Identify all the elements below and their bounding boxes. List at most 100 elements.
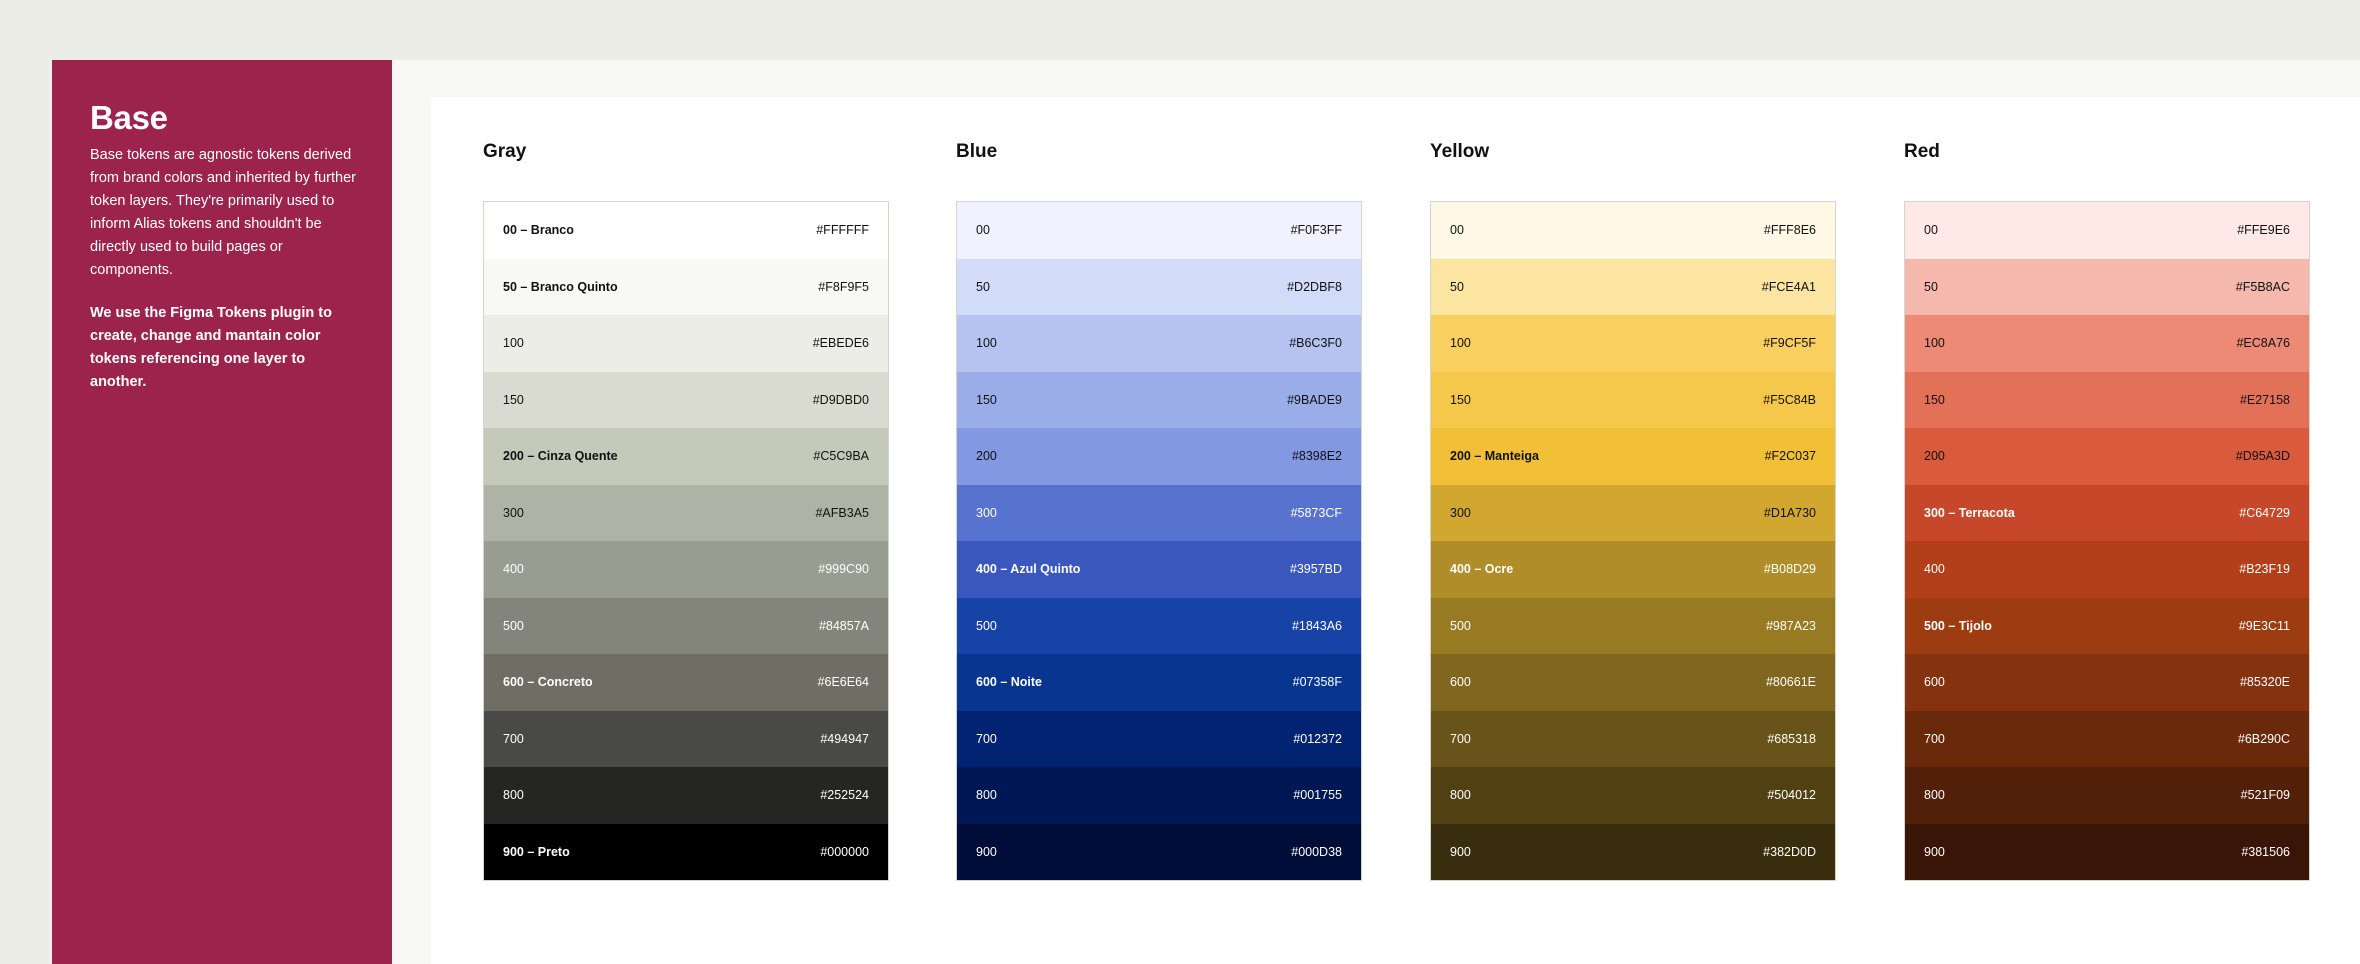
swatch-row[interactable]: 700 #494947 <box>484 710 888 767</box>
swatch-row[interactable]: 300 #5873CF <box>957 484 1361 541</box>
swatch-row[interactable]: 400 – Ocre #B08D29 <box>1431 541 1835 598</box>
swatch-row[interactable]: 00 #F0F3FF <box>957 202 1361 259</box>
swatch-row[interactable]: 800 #521F09 <box>1905 767 2309 824</box>
swatch-label: 600 <box>1450 675 1471 690</box>
swatch-row[interactable]: 700 #6B290C <box>1905 710 2309 767</box>
swatch-label: 600 <box>1924 675 1945 690</box>
swatch-row[interactable]: 500 #987A23 <box>1431 597 1835 654</box>
swatch-row[interactable]: 600 – Noite #07358F <box>957 654 1361 711</box>
swatch-label: 700 <box>976 731 997 746</box>
swatch-label: 900 <box>1450 844 1471 859</box>
swatch-row[interactable]: 200 – Manteiga #F2C037 <box>1431 428 1835 485</box>
swatch-row[interactable]: 500 #84857A <box>484 597 888 654</box>
swatch-row[interactable]: 600 #85320E <box>1905 654 2309 711</box>
swatch-label: 100 <box>1924 336 1945 351</box>
swatch-row[interactable]: 300 – Terracota #C64729 <box>1905 484 2309 541</box>
swatch-hex: #F5C84B <box>1763 392 1816 407</box>
swatch-hex: #999C90 <box>818 562 869 577</box>
swatch-label: 100 <box>976 336 997 351</box>
swatch-row[interactable]: 200 – Cinza Quente #C5C9BA <box>484 428 888 485</box>
palette-title: Blue <box>956 141 998 162</box>
swatch-row[interactable]: 400 #B23F19 <box>1905 541 2309 598</box>
swatch-label: 150 <box>503 392 524 407</box>
canvas-frame: Base Base tokens are agnostic tokens der… <box>52 60 2360 964</box>
swatch-row[interactable]: 400 #999C90 <box>484 541 888 598</box>
swatch-hex: #D9DBD0 <box>812 392 869 407</box>
swatch-row[interactable]: 50 #FCE4A1 <box>1431 258 1835 315</box>
swatch-row[interactable]: 100 #EC8A76 <box>1905 315 2309 372</box>
swatch-label: 150 <box>1924 392 1945 407</box>
swatch-label: 800 <box>1924 788 1945 803</box>
swatch-hex: #382D0D <box>1763 844 1816 859</box>
swatch-row[interactable]: 50 – Branco Quinto #F8F9F5 <box>484 258 888 315</box>
swatch-row[interactable]: 700 #685318 <box>1431 710 1835 767</box>
swatch-row[interactable]: 600 #80661E <box>1431 654 1835 711</box>
swatch-row[interactable]: 100 #F9CF5F <box>1431 315 1835 372</box>
swatch-hex: #012372 <box>1293 731 1342 746</box>
swatch-list: 00 #F0F3FF 50 #D2DBF8 100 #B6C3F0 150 #9BADE9 20… <box>956 201 1362 881</box>
swatch-hex: #D1A730 <box>1763 505 1816 520</box>
swatch-row[interactable]: 150 #9BADE9 <box>957 371 1361 428</box>
swatch-row[interactable]: 900 – Preto #000000 <box>484 823 888 880</box>
swatch-row[interactable]: 00 #FFF8E6 <box>1431 202 1835 259</box>
swatch-hex: #FFE9E6 <box>2237 223 2290 238</box>
swatch-row[interactable]: 50 #F5B8AC <box>1905 258 2309 315</box>
swatch-hex: #C5C9BA <box>813 449 869 464</box>
swatch-row[interactable]: 00 – Branco #FFFFFF <box>484 202 888 259</box>
swatch-list: 00 #FFE9E6 50 #F5B8AC 100 #EC8A76 150 #E27158 20… <box>1904 201 2310 881</box>
swatch-row[interactable]: 00 #FFE9E6 <box>1905 202 2309 259</box>
swatch-label: 700 <box>503 731 524 746</box>
swatch-hex: #F9CF5F <box>1763 336 1816 351</box>
swatch-row[interactable]: 50 #D2DBF8 <box>957 258 1361 315</box>
swatch-label: 00 <box>1450 223 1464 238</box>
swatch-row[interactable]: 800 #001755 <box>957 767 1361 824</box>
swatch-label: 500 – Tijolo <box>1924 618 1992 633</box>
swatch-row[interactable]: 300 #AFB3A5 <box>484 484 888 541</box>
swatch-label: 50 <box>976 279 990 294</box>
swatch-hex: #521F09 <box>2240 788 2290 803</box>
swatch-hex: #8398E2 <box>1291 449 1342 464</box>
swatch-label: 100 <box>503 336 524 351</box>
swatch-label: 900 <box>1924 844 1945 859</box>
swatch-label: 00 – Branco <box>503 223 574 238</box>
swatch-row[interactable]: 400 – Azul Quinto #3957BD <box>957 541 1361 598</box>
page-title: Base <box>90 99 168 136</box>
swatch-row[interactable]: 150 #D9DBD0 <box>484 371 888 428</box>
swatch-row[interactable]: 100 #EBEDE6 <box>484 315 888 372</box>
swatch-row[interactable]: 200 #8398E2 <box>957 428 1361 485</box>
swatch-label: 300 <box>1450 505 1471 520</box>
swatch-hex: #B6C3F0 <box>1289 336 1342 351</box>
swatch-hex: #FFFFFF <box>816 223 869 238</box>
swatch-row[interactable]: 300 #D1A730 <box>1431 484 1835 541</box>
swatch-label: 50 <box>1924 279 1938 294</box>
swatch-hex: #85320E <box>2239 675 2290 690</box>
swatch-row[interactable]: 500 – Tijolo #9E3C11 <box>1905 597 2309 654</box>
swatch-hex: #381506 <box>2241 844 2290 859</box>
palette-title: Gray <box>483 141 527 162</box>
swatch-label: 00 <box>1924 223 1938 238</box>
swatch-row[interactable]: 600 – Concreto #6E6E64 <box>484 654 888 711</box>
swatch-label: 200 – Cinza Quente <box>503 449 618 464</box>
swatch-row[interactable]: 800 #504012 <box>1431 767 1835 824</box>
swatch-hex: #B23F19 <box>2239 562 2290 577</box>
swatch-list: 00 – Branco #FFFFFF 50 – Branco Quinto #F8F… <box>483 201 889 881</box>
swatch-label: 150 <box>976 392 997 407</box>
swatch-row[interactable]: 900 #382D0D <box>1431 823 1835 880</box>
swatch-hex: #F5B8AC <box>2235 279 2290 294</box>
swatch-row[interactable]: 900 #000D38 <box>957 823 1361 880</box>
swatch-row[interactable]: 100 #B6C3F0 <box>957 315 1361 372</box>
swatch-hex: #F0F3FF <box>1290 223 1342 238</box>
swatch-row[interactable]: 200 #D95A3D <box>1905 428 2309 485</box>
swatch-row[interactable]: 150 #E27158 <box>1905 371 2309 428</box>
swatch-row[interactable]: 900 #381506 <box>1905 823 2309 880</box>
swatch-label: 900 <box>976 844 997 859</box>
swatch-row[interactable]: 500 #1843A6 <box>957 597 1361 654</box>
swatch-row[interactable]: 150 #F5C84B <box>1431 371 1835 428</box>
swatch-row[interactable]: 700 #012372 <box>957 710 1361 767</box>
swatch-hex: #001755 <box>1293 788 1342 803</box>
swatch-hex: #D95A3D <box>2235 449 2290 464</box>
sidebar-panel: Base Base tokens are agnostic tokens der… <box>52 60 392 964</box>
swatch-row[interactable]: 800 #252524 <box>484 767 888 824</box>
swatch-label: 900 – Preto <box>503 844 570 859</box>
swatch-label: 400 <box>503 562 524 577</box>
